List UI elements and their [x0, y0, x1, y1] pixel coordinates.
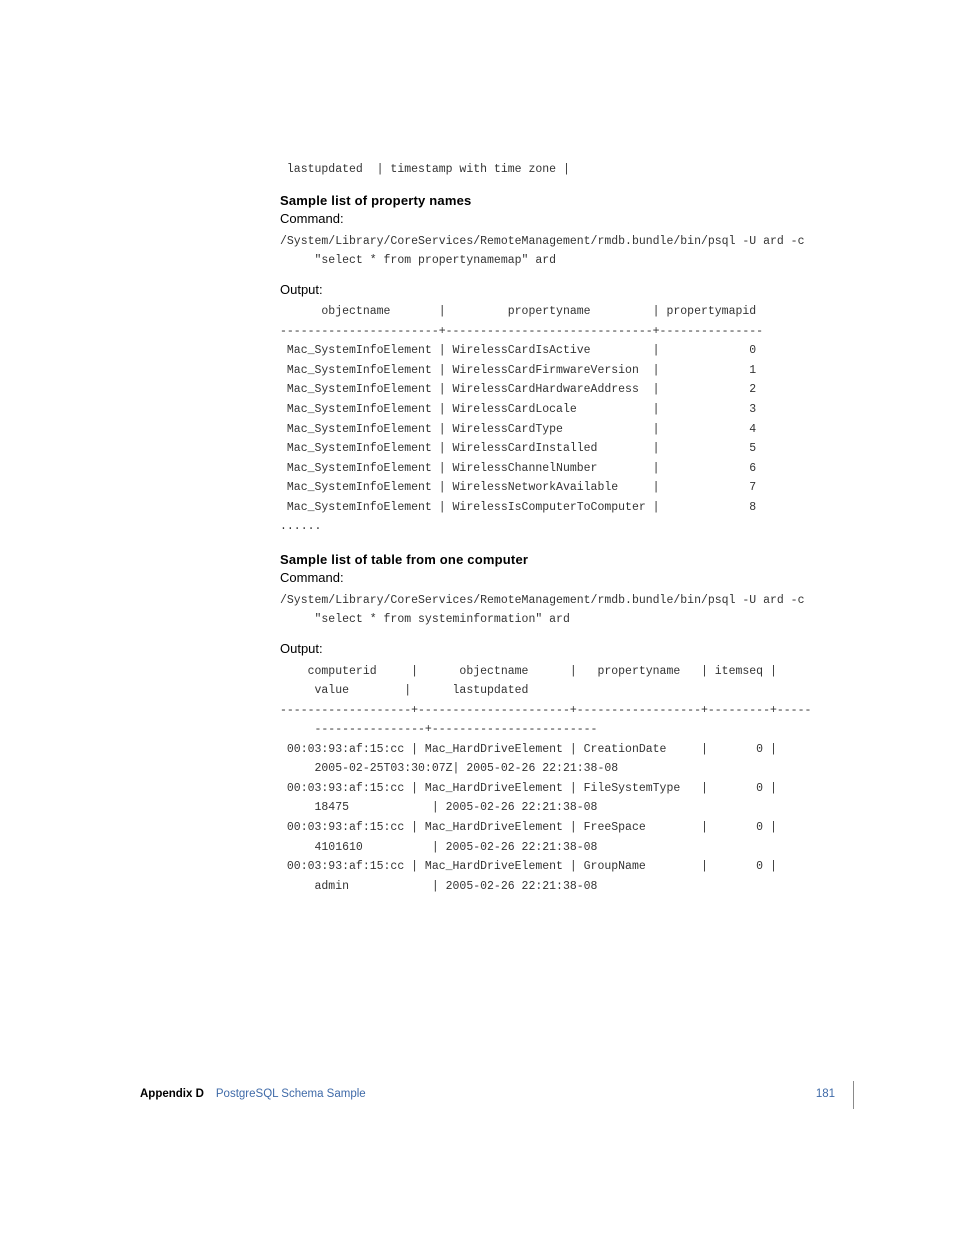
footer-left: Appendix D PostgreSQL Schema Sample [140, 1087, 366, 1103]
command-1-line-2: "select * from propertynamemap" ard [140, 251, 700, 271]
footer-vertical-rule [853, 1081, 854, 1109]
command-label-1: Command: [280, 210, 700, 228]
footer-page-number: 181 [816, 1087, 835, 1103]
top-preformatted-line: lastupdated | timestamp with time zone | [140, 160, 700, 180]
command-2-line-1: /System/Library/CoreServices/RemoteManag… [140, 591, 700, 611]
page-footer: Appendix D PostgreSQL Schema Sample 181 [140, 1081, 854, 1109]
footer-right: 181 [816, 1081, 854, 1109]
footer-title: PostgreSQL Schema Sample [216, 1087, 366, 1103]
command-2-line-2: "select * from systeminformation" ard [140, 610, 700, 630]
section-heading-table-one-computer: Sample list of table from one computer [280, 551, 700, 569]
command-label-2: Command: [280, 569, 700, 587]
output-label-1: Output: [280, 281, 700, 299]
output-1: objectname | propertyname | propertymapi… [140, 302, 700, 537]
output-2: computerid | objectname | propertyname |… [140, 662, 700, 897]
output-label-2: Output: [280, 640, 700, 658]
footer-appendix: Appendix D [140, 1087, 204, 1103]
content-column: lastupdated | timestamp with time zone |… [140, 160, 700, 896]
section-heading-property-names: Sample list of property names [280, 192, 700, 210]
page-root: lastupdated | timestamp with time zone |… [0, 0, 954, 1235]
command-1-line-1: /System/Library/CoreServices/RemoteManag… [140, 232, 700, 252]
